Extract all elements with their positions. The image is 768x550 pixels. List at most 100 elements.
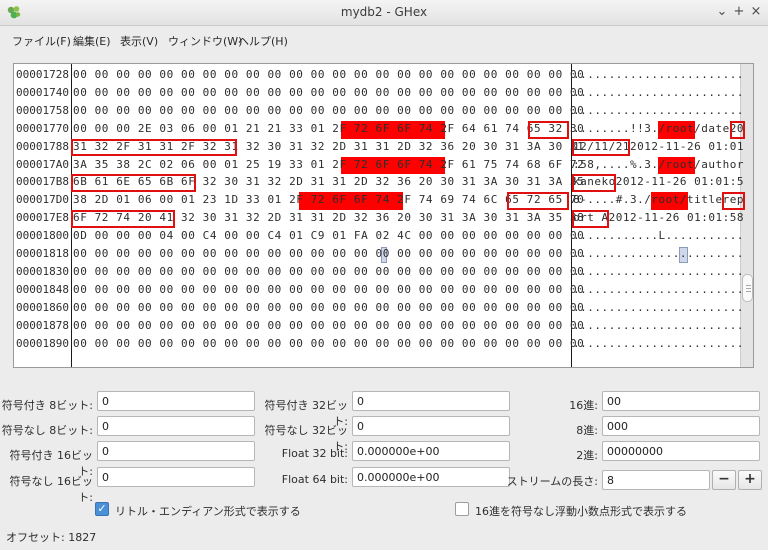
float64-label: Float 64 bit: (281, 473, 348, 486)
annotation-box (71, 138, 238, 157)
signed-16bit-field[interactable]: 0 (97, 441, 255, 461)
row-offset: 00001890 (16, 336, 69, 350)
row-hex-bytes[interactable]: 00 00 00 2E 03 06 00 01 21 21 33 01 2F 7… (73, 122, 584, 136)
increment-button[interactable]: + (738, 470, 762, 490)
hex-row[interactable]: 00001800 0D 00 00 00 04 00 C4 00 00 C4 01… (14, 228, 753, 245)
annotation-box (729, 120, 745, 139)
hex-row[interactable]: 00001728 00 00 00 00 00 00 00 00 00 00 00… (14, 67, 753, 84)
row-ascii[interactable]: ........................ (573, 319, 744, 333)
float32-field[interactable]: 0.000000e+00 (352, 441, 510, 461)
hex-row[interactable]: 00001770 00 00 00 2E 03 06 00 01 21 21 33… (14, 121, 753, 138)
row-hex-bytes[interactable]: 0D 00 00 00 04 00 C4 00 00 C4 01 C9 01 F… (73, 229, 584, 243)
annotation-box (572, 210, 609, 229)
row-hex-bytes[interactable]: 00 00 00 00 00 00 00 00 00 00 00 00 00 0… (73, 301, 584, 315)
row-offset: 00001788 (16, 139, 69, 153)
row-ascii[interactable]: ........................ (573, 301, 744, 315)
menu-file[interactable]: ファイル(F) (12, 33, 71, 49)
signed-32bit-field[interactable]: 0 (352, 391, 510, 411)
oct-label: 8進: (576, 424, 598, 437)
row-offset: 000017A0 (16, 157, 69, 171)
row-hex-bytes[interactable]: 00 00 00 00 00 00 00 00 00 00 00 00 00 0… (73, 104, 584, 118)
float32-label: Float 32 bit: (281, 447, 348, 460)
unsigned-16bit-field[interactable]: 0 (97, 467, 255, 487)
annotation-box (572, 138, 631, 157)
row-offset: 00001830 (16, 264, 69, 278)
decrement-button[interactable]: − (712, 470, 736, 490)
hex-field[interactable]: 00 (602, 391, 760, 411)
bin-field[interactable]: 00000000 (602, 441, 760, 461)
status-offset: オフセット: 1827 (6, 531, 97, 544)
row-offset: 000017E8 (16, 211, 69, 225)
row-hex-bytes[interactable]: 00 00 00 00 00 00 00 00 00 00 00 00 00 0… (73, 68, 584, 82)
row-hex-bytes[interactable]: 00 00 00 00 00 00 00 00 00 00 00 00 00 0… (73, 247, 584, 261)
hex-row[interactable]: 00001818 00 00 00 00 00 00 00 00 00 00 00… (14, 246, 753, 263)
row-ascii[interactable]: :58,....%.3./root/author (573, 158, 744, 172)
row-ascii[interactable]: ........................ (573, 247, 744, 261)
hex-row[interactable]: 00001890 00 00 00 00 00 00 00 00 00 00 00… (14, 336, 753, 353)
row-hex-bytes[interactable]: 00 00 00 00 00 00 00 00 00 00 00 00 00 0… (73, 319, 584, 333)
row-ascii[interactable]: 8-....#.3./root/titlerep (573, 193, 744, 207)
row-offset: 000017B8 (16, 175, 69, 189)
hex-row[interactable]: 00001740 00 00 00 00 00 00 00 00 00 00 00… (14, 85, 753, 102)
menu-edit[interactable]: 編集(E) (73, 33, 111, 49)
row-hex-bytes[interactable]: 00 00 00 00 00 00 00 00 00 00 00 00 00 0… (73, 265, 584, 279)
row-ascii[interactable]: ........................ (573, 86, 744, 100)
annotation-box (71, 174, 196, 193)
annotation-box (71, 210, 175, 229)
signed-8bit-label: 符号付き 8ビット: (1, 399, 93, 412)
oct-field[interactable]: 000 (602, 416, 760, 436)
maximize-button[interactable]: + (731, 3, 747, 21)
row-ascii[interactable]: ........................ (573, 265, 744, 279)
unsigned-32bit-field[interactable]: 0 (352, 416, 510, 436)
row-offset: 00001848 (16, 282, 69, 296)
hex-row[interactable]: 00001848 00 00 00 00 00 00 00 00 00 00 00… (14, 282, 753, 299)
hex-row[interactable]: 00001860 00 00 00 00 00 00 00 00 00 00 00… (14, 300, 753, 317)
row-ascii[interactable]: ........!!3./root/date20 (573, 122, 744, 136)
row-offset: 00001770 (16, 121, 69, 135)
bin-label: 2進: (576, 449, 598, 462)
row-hex-bytes[interactable]: 00 00 00 00 00 00 00 00 00 00 00 00 00 0… (73, 86, 584, 100)
stream-length-field[interactable]: 8 (602, 470, 710, 490)
little-endian-checkbox[interactable]: ✓ (95, 502, 109, 516)
menu-bar: ファイル(F) 編集(E) 表示(V) ウィンドウ(W) ヘルプ(H) (0, 27, 768, 53)
title-bar: mydb2 - GHex ⌄ + × (0, 0, 768, 26)
row-hex-bytes[interactable]: 3A 35 38 2C 02 06 00 01 25 19 33 01 2F 7… (73, 158, 584, 172)
menu-help[interactable]: ヘルプ(H) (238, 33, 288, 49)
float64-field[interactable]: 0.000000e+00 (352, 467, 510, 487)
hex-row[interactable]: 00001758 00 00 00 00 00 00 00 00 00 00 00… (14, 103, 753, 120)
unsigned-float-hex-checkbox[interactable] (455, 502, 469, 516)
little-endian-label[interactable]: リトル・エンディアン形式で表示する (115, 503, 301, 519)
row-offset: 00001758 (16, 103, 69, 117)
hex-row[interactable]: 000017D0 38 2D 01 06 00 01 23 1D 33 01 2F… (14, 192, 753, 209)
row-offset: 00001740 (16, 85, 69, 99)
row-ascii[interactable]: ............L........... (573, 229, 744, 243)
row-offset: 00001818 (16, 247, 69, 260)
annotation-box (722, 192, 745, 211)
close-button[interactable]: × (748, 3, 764, 21)
unsigned-float-hex-label[interactable]: 16進を符号なし浮動小数点形式で表示する (475, 503, 687, 519)
hex-row[interactable]: 00001830 00 00 00 00 00 00 00 00 00 00 00… (14, 264, 753, 281)
row-offset: 00001860 (16, 300, 69, 314)
hex-row[interactable]: 00001878 00 00 00 00 00 00 00 00 00 00 00… (14, 318, 753, 335)
menu-window[interactable]: ウィンドウ(W) (168, 33, 242, 49)
row-hex-bytes[interactable]: 00 00 00 00 00 00 00 00 00 00 00 00 00 0… (73, 283, 584, 297)
row-ascii[interactable]: ........................ (573, 283, 744, 297)
window-title: mydb2 - GHex (340, 5, 428, 19)
unsigned-8bit-field[interactable]: 0 (97, 416, 255, 436)
row-offset: 000017D0 (16, 193, 69, 207)
row-hex-bytes[interactable]: 00 00 00 00 00 00 00 00 00 00 00 00 00 0… (73, 337, 584, 351)
hex-label: 16進: (569, 399, 598, 412)
signed-8bit-field[interactable]: 0 (97, 391, 255, 411)
hex-editor-view[interactable]: 00001728 00 00 00 00 00 00 00 00 00 00 00… (13, 63, 754, 368)
row-ascii[interactable]: ........................ (573, 104, 744, 118)
unsigned-8bit-label: 符号なし 8ビット: (1, 424, 93, 437)
unsigned-16bit-label: 符号なし 16ビット: (9, 475, 94, 504)
minimize-button[interactable]: ⌄ (714, 3, 730, 21)
hex-row[interactable]: 000017A0 3A 35 38 2C 02 06 00 01 25 19 33… (14, 157, 753, 174)
annotation-box (527, 120, 570, 139)
menu-view[interactable]: 表示(V) (120, 33, 158, 49)
row-ascii[interactable]: ........................ (573, 337, 744, 351)
stream-length-label: ストリームの長さ: (506, 475, 598, 488)
row-ascii[interactable]: ........................ (573, 68, 744, 82)
annotation-box (506, 192, 570, 211)
